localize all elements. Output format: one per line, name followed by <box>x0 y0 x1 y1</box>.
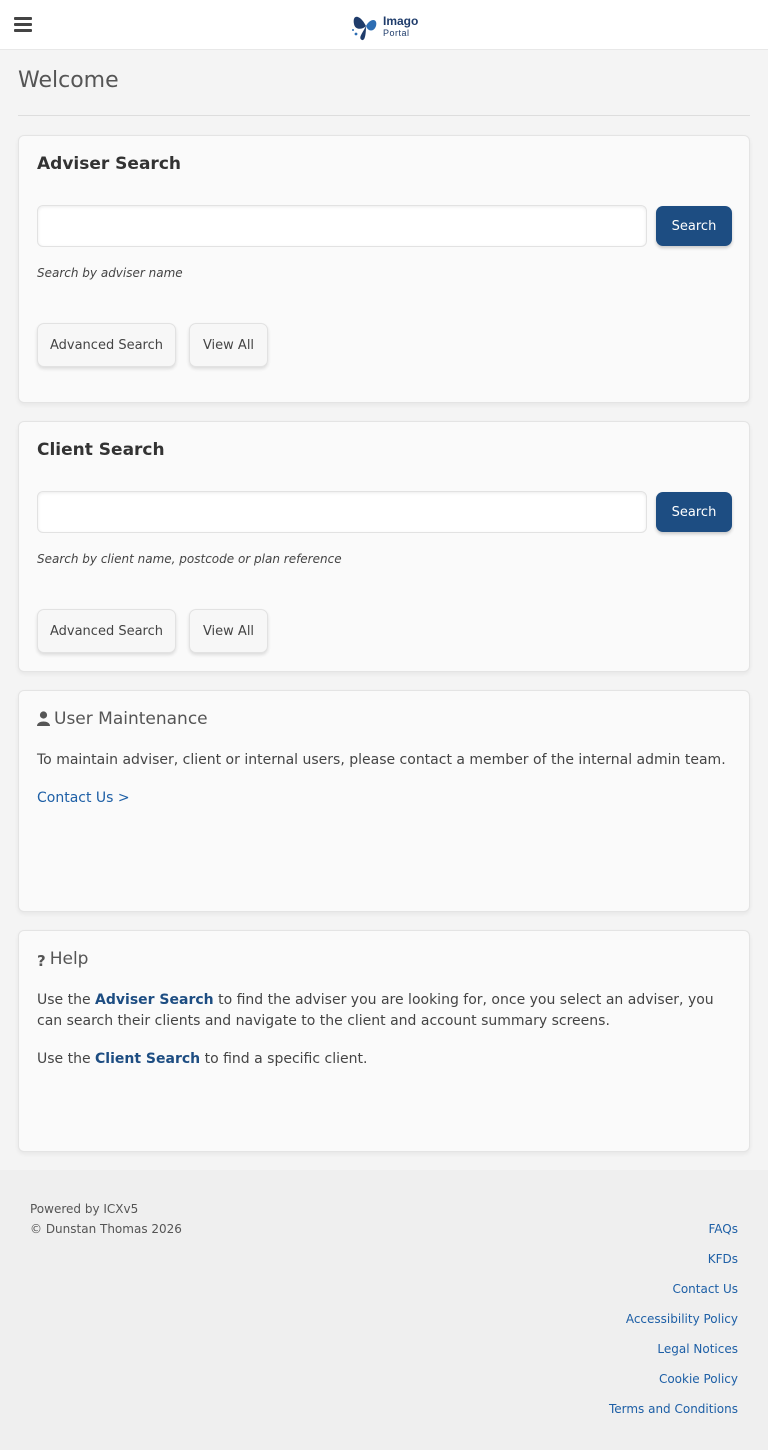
help-p2-suffix: to find a specific client. <box>200 1051 368 1067</box>
client-search-hint: Search by client name, postcode or plan … <box>37 552 342 566</box>
title-divider <box>18 115 750 116</box>
page-title: Welcome <box>18 68 119 93</box>
contact-us-row: Contact Us > <box>37 788 737 809</box>
footer: Powered by ICXv5 © Dunstan Thomas 2026 F… <box>0 1170 768 1450</box>
user-maintenance-body: To maintain adviser, client or internal … <box>37 752 726 768</box>
help-title-row: ? Help <box>37 949 88 970</box>
powered-by-text: Powered by ICXv5 <box>30 1202 139 1216</box>
footer-link-cookie-policy[interactable]: Cookie Policy <box>659 1372 738 1386</box>
help-p1-prefix: Use the <box>37 992 96 1008</box>
footer-link-legal-notices[interactable]: Legal Notices <box>657 1342 738 1356</box>
question-icon: ? <box>37 952 46 970</box>
client-search-title: Client Search <box>37 440 165 460</box>
top-bar: Imago Portal <box>0 0 768 50</box>
footer-link-faqs[interactable]: FAQs <box>709 1222 739 1236</box>
user-icon <box>37 711 50 731</box>
adviser-search-button[interactable]: Search <box>656 206 732 246</box>
adviser-search-card: Adviser Search Search Search by adviser … <box>18 135 750 403</box>
contact-us-link[interactable]: Contact Us > <box>37 790 130 806</box>
client-view-all-button[interactable]: View All <box>189 609 268 653</box>
footer-link-terms-and-conditions[interactable]: Terms and Conditions <box>609 1402 738 1416</box>
logo-subtitle: Portal <box>383 28 410 38</box>
adviser-search-title: Adviser Search <box>37 154 181 174</box>
client-search-card: Client Search Search Search by client na… <box>18 421 750 672</box>
help-p2-prefix: Use the <box>37 1051 96 1067</box>
user-maintenance-title-row: User Maintenance <box>37 709 208 731</box>
footer-link-contact-us[interactable]: Contact Us <box>672 1282 738 1296</box>
adviser-view-all-button[interactable]: View All <box>189 323 268 367</box>
imago-portal-logo[interactable]: Imago Portal <box>350 8 420 42</box>
adviser-search-hint: Search by adviser name <box>37 266 183 280</box>
user-maintenance-title: User Maintenance <box>54 709 208 729</box>
user-maintenance-card: User Maintenance To maintain adviser, cl… <box>18 690 750 912</box>
footer-link-accessibility-policy[interactable]: Accessibility Policy <box>626 1312 738 1326</box>
client-advanced-search-button[interactable]: Advanced Search <box>37 609 176 653</box>
help-paragraph-2: Use the Client Search to find a specific… <box>37 1049 737 1070</box>
copyright-text: © Dunstan Thomas 2026 <box>30 1222 182 1236</box>
help-client-search-link[interactable]: Client Search <box>95 1051 200 1067</box>
adviser-advanced-search-button[interactable]: Advanced Search <box>37 323 176 367</box>
client-search-input[interactable] <box>37 491 647 533</box>
butterfly-icon <box>352 16 377 41</box>
help-card: ? Help Use the Adviser Search to find the… <box>18 930 750 1152</box>
help-adviser-search-link[interactable]: Adviser Search <box>95 992 214 1008</box>
footer-link-kfds[interactable]: KFDs <box>708 1252 738 1266</box>
logo-title: Imago <box>383 14 419 28</box>
client-search-button[interactable]: Search <box>656 492 732 532</box>
hamburger-menu-icon[interactable] <box>14 17 32 33</box>
help-title: Help <box>49 949 89 969</box>
help-paragraph-1: Use the Adviser Search to find the advis… <box>37 990 737 1032</box>
adviser-search-input[interactable] <box>37 205 647 247</box>
